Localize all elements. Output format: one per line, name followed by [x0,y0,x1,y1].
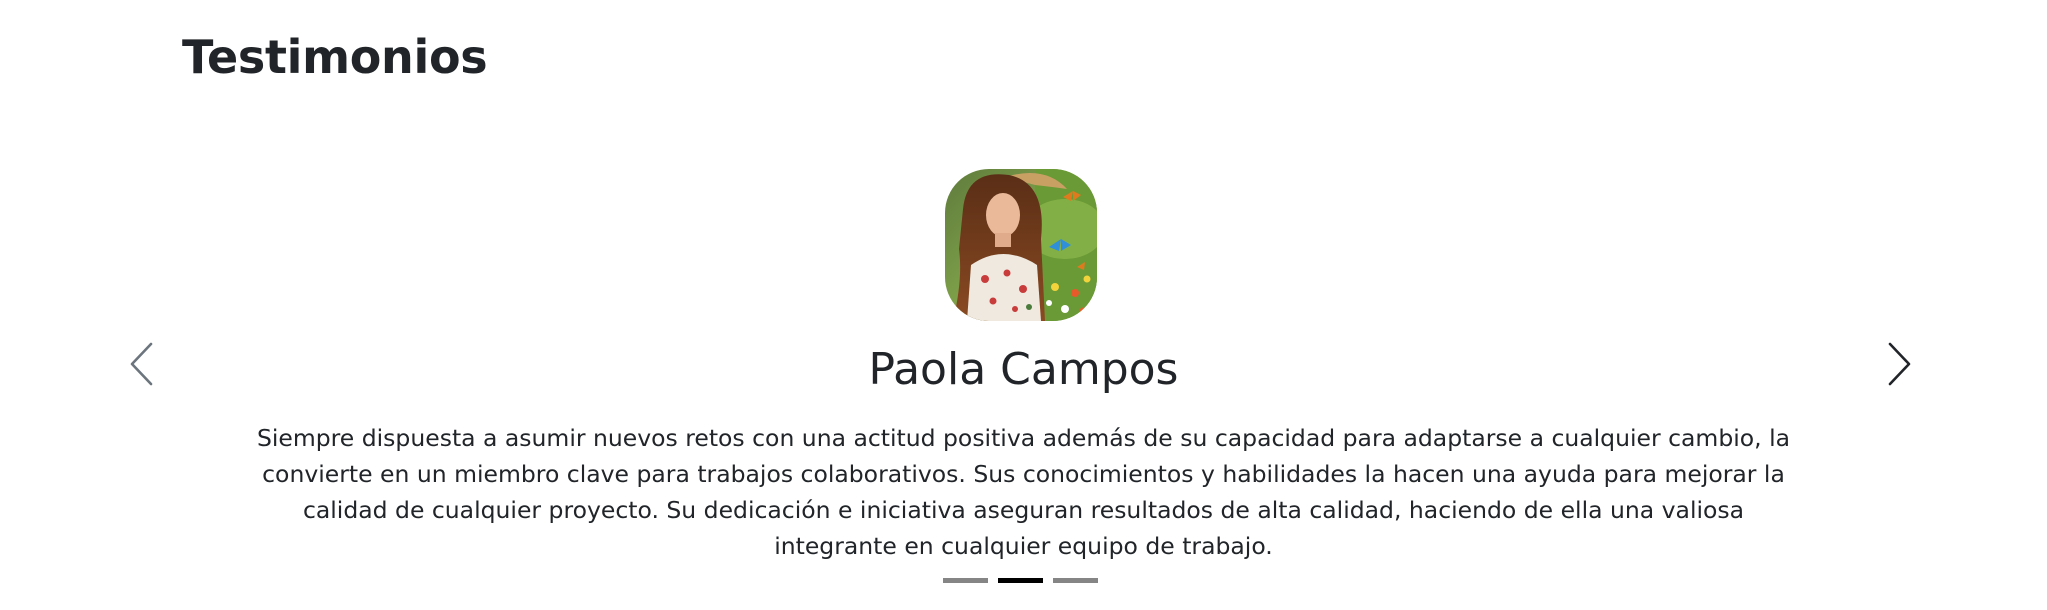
chevron-left-icon [130,342,153,386]
avatar [945,169,1097,321]
chevron-right-icon [1888,342,1911,386]
testimonial-author-name: Paola Campos [868,344,1179,395]
carousel-indicators [943,578,1098,583]
testimonials-section: Testimonios Paola Campos Siempre dispues… [0,0,2047,610]
testimonial-text: Siempre dispuesta a asumir nuevos retos … [256,424,1791,560]
carousel-indicator-1[interactable] [943,578,988,583]
avatar-image [945,169,1097,321]
carousel-indicator-2[interactable] [998,578,1043,583]
carousel-indicator-3[interactable] [1053,578,1098,583]
carousel-prev-button[interactable] [120,336,164,392]
testimonial-carousel: Paola Campos Siempre dispuesta a asumir … [0,0,2047,610]
carousel-next-button[interactable] [1877,336,1921,392]
